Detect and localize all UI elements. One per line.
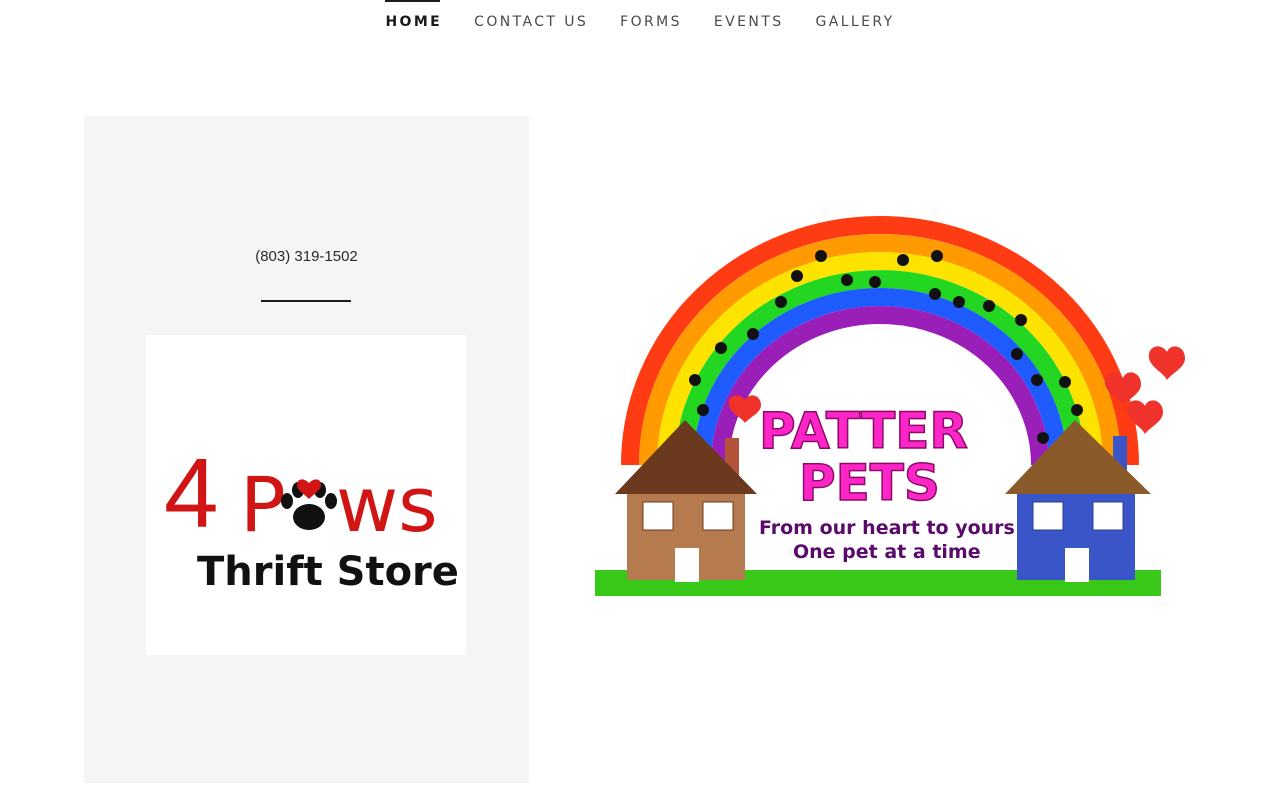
four-paws-logo-graphic: 4 P ws Thrift Store (164, 438, 459, 595)
nav-item-home[interactable]: HOME (385, 0, 442, 30)
patter-pets-hero-image: PATTER PETS From our heart to yours One … (585, 210, 1195, 630)
nav-item-contact-us[interactable]: CONTACT US (474, 0, 588, 30)
hero-tagline-line2: One pet at a time (793, 541, 981, 563)
logo-tagline: Thrift Store (197, 549, 459, 595)
logo-word-start: P (240, 460, 286, 549)
info-card: (803) 319-1502 4 P ws Thrift Store (84, 116, 529, 783)
logo-number: 4 (164, 438, 219, 548)
logo-word-end: ws (336, 460, 438, 549)
paw-heart-icon (281, 479, 337, 530)
hero-title-line2: PETS (799, 454, 940, 512)
nav-item-events[interactable]: EVENTS (714, 0, 784, 30)
divider (261, 300, 351, 302)
four-paws-logo: 4 P ws Thrift Store (146, 335, 466, 655)
patter-pets-illustration: PATTER PETS From our heart to yours One … (595, 216, 1185, 596)
nav-item-gallery[interactable]: GALLERY (816, 0, 895, 30)
phone-number-link[interactable]: (803) 319-1502 (84, 248, 529, 265)
hero-title-line1: PATTER (759, 402, 968, 460)
main-nav: HOME CONTACT US FORMS EVENTS GALLERY (0, 0, 1280, 48)
nav-item-forms[interactable]: FORMS (620, 0, 682, 30)
hero-tagline-line1: From our heart to yours (759, 517, 1015, 539)
